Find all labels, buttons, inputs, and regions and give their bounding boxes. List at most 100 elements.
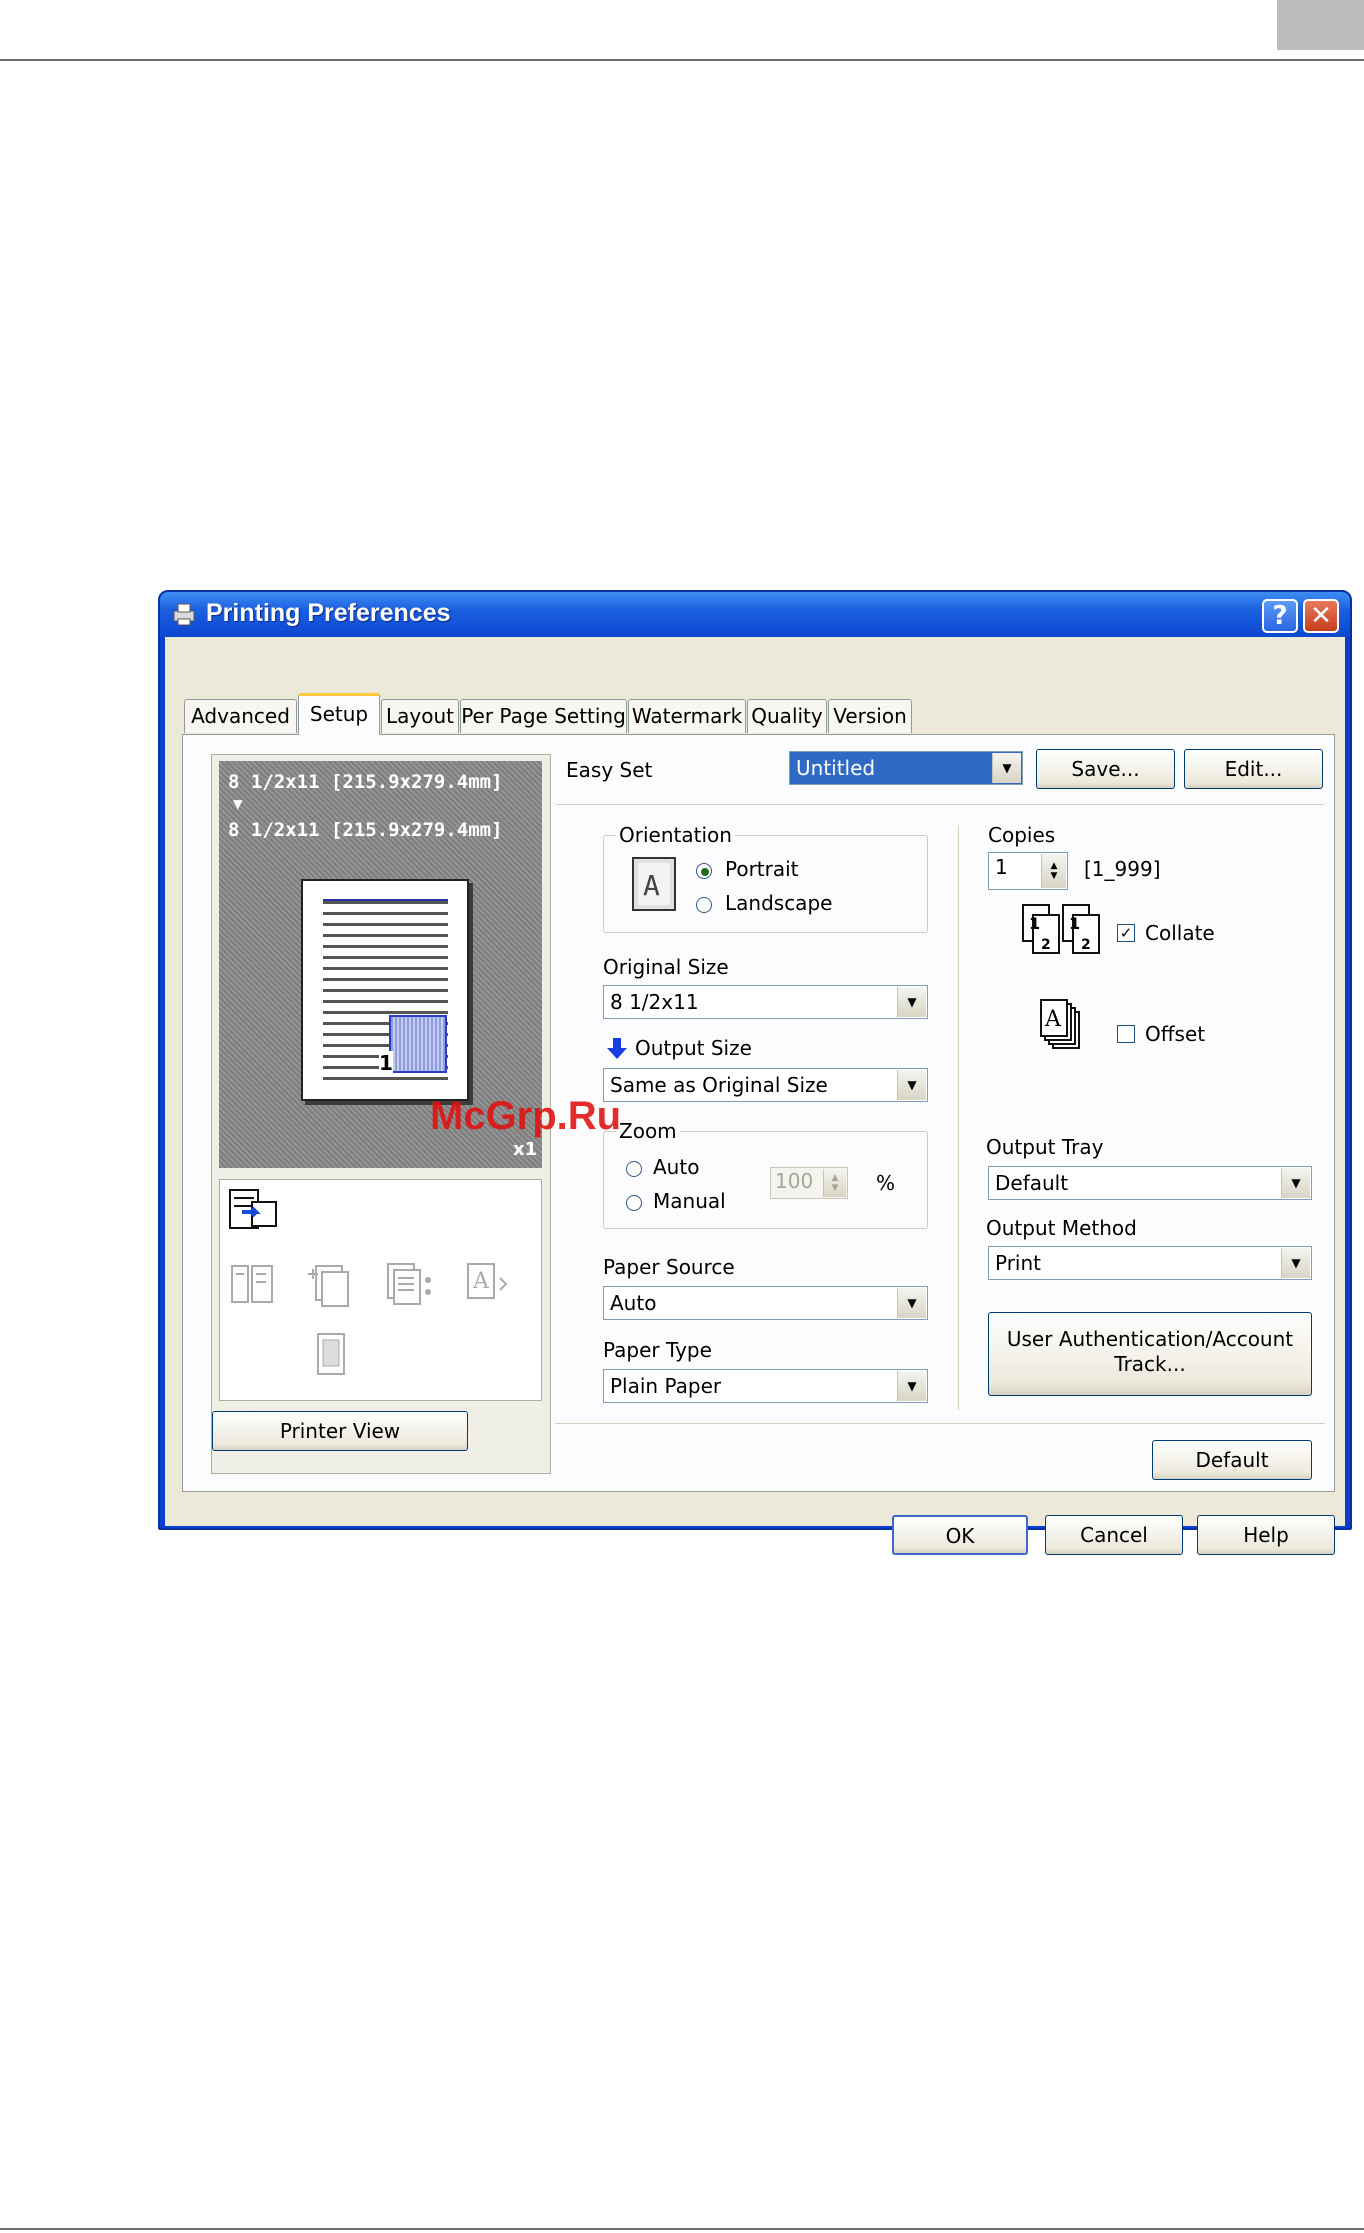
user-authentication-button[interactable]: User Authentication/Account Track... [988,1312,1312,1396]
offset-label: Offset [1145,1022,1206,1046]
copies-field[interactable]: 1 ▲ ▼ [988,852,1068,890]
copies-spinner-icon[interactable]: ▲ ▼ [1041,854,1066,888]
edit-button[interactable]: Edit... [1184,749,1323,789]
original-size-value: 8 1/2x11 [610,990,699,1014]
paper-source-label: Paper Source [603,1255,735,1279]
setup-tab-panel: 8 1/2x11 [215.9x279.4mm] ▼ 8 1/2x11 [215… [182,734,1335,1492]
printer-view-button[interactable]: Printer View [212,1411,468,1451]
paper-source-value: Auto [610,1291,657,1315]
watermark: McGrp.Ru [430,1094,622,1138]
fold-icon: A [467,1263,508,1299]
down-arrow-icon [607,1038,627,1059]
output-size-label: Output Size [635,1036,752,1060]
cover-sheet-icon [317,1333,345,1375]
original-size-label: Original Size [603,955,729,979]
zoom-auto-radio[interactable] [626,1161,642,1177]
easy-set-combo[interactable]: Untitled ▼ [789,751,1023,785]
portrait-radio[interactable] [696,863,712,879]
tab-advanced[interactable]: Advanced [184,699,297,733]
output-method-combo[interactable]: Print ▼ [988,1246,1312,1280]
tab-layout[interactable]: Layout [381,699,459,733]
landscape-label: Landscape [725,891,833,915]
zoom-unit: % [876,1171,896,1195]
offset-checkbox[interactable] [1117,1025,1135,1043]
output-size-value: Same as Original Size [610,1073,828,1097]
tab-setup[interactable]: Setup [298,693,380,735]
svg-text:1: 1 [1029,914,1040,933]
svg-text:A: A [472,1269,490,1294]
zoom-manual-radio[interactable] [626,1195,642,1211]
chevron-down-icon[interactable]: ▼ [897,987,926,1017]
help-title-button[interactable]: ? [1262,599,1298,633]
preview-page: 1 [301,879,469,1101]
column-separator [958,825,960,1410]
printing-preferences-window: Printing Preferences ? ✕ Advanced Setup … [158,590,1352,1555]
staple-icon [308,1265,349,1307]
close-button[interactable]: ✕ [1303,599,1339,633]
output-tray-value: Default [995,1171,1069,1195]
footer-rule [0,2228,1364,2230]
chevron-down-icon[interactable]: ▼ [1281,1168,1310,1198]
window-title: Printing Preferences [206,599,451,627]
collate-checkbox[interactable]: ✓ [1117,924,1135,942]
tab-version[interactable]: Version [828,699,912,733]
tab-per-page-setting[interactable]: Per Page Setting [460,699,627,733]
page-number: 1 [379,1051,393,1075]
printer-output-icon [229,1189,277,1229]
chevron-down-icon[interactable]: ▼ [992,753,1021,783]
bottom-separator [555,1423,1325,1425]
paper-source-combo[interactable]: Auto ▼ [603,1286,928,1320]
chevron-down-icon[interactable]: ▼ [897,1288,926,1318]
check-icon: ✓ [1119,924,1133,942]
help-button[interactable]: Help [1197,1515,1335,1555]
ok-button[interactable]: OK [892,1515,1028,1555]
copies-label: Copies [988,823,1056,847]
orientation-preview: A [632,857,676,911]
orientation-group-label: Orientation [616,823,735,847]
copies-badge: x1 [513,1139,538,1160]
easy-set-value: Untitled [796,756,876,780]
chevron-down-icon[interactable]: ▼ [897,1371,926,1401]
svg-text:1: 1 [1069,914,1080,933]
zoom-spinner-icon[interactable]: ▲ ▼ [823,1169,846,1197]
tab-quality[interactable]: Quality [747,699,827,733]
svg-text:2: 2 [1041,937,1051,953]
copies-range: [1_999] [1084,857,1161,881]
duplex-icon [231,1265,273,1303]
save-button[interactable]: Save... [1036,749,1175,789]
paper-type-label: Paper Type [603,1338,712,1362]
down-arrow-icon: ▼ [233,794,243,813]
zoom-value: 100 [775,1169,814,1193]
output-method-value: Print [995,1251,1042,1275]
original-size-caption: 8 1/2x11 [215.9x279.4mm] [228,771,503,793]
collate-icon: 1 2 1 2 [1022,904,1100,954]
tab-watermark[interactable]: Watermark [628,699,746,733]
svg-text:A: A [1044,1007,1062,1032]
output-tray-label: Output Tray [986,1135,1104,1159]
orientation-letter: A [643,869,660,902]
chevron-down-icon[interactable]: ▼ [897,1070,926,1100]
title-bar[interactable]: Printing Preferences ? ✕ [160,592,1350,637]
collate-label: Collate [1145,921,1215,945]
printer-view-icons: A [219,1179,542,1401]
page-stamp [389,1015,447,1073]
printer-icon [173,603,195,626]
output-size-combo[interactable]: Same as Original Size ▼ [603,1068,928,1102]
paper-type-value: Plain Paper [610,1374,722,1398]
copies-value: 1 [995,855,1008,879]
svg-text:2: 2 [1081,937,1091,953]
header-rule [0,59,1364,61]
zoom-value-field[interactable]: 100 ▲ ▼ [770,1167,848,1199]
zoom-manual-label: Manual [653,1189,726,1213]
output-tray-combo[interactable]: Default ▼ [988,1166,1312,1200]
output-method-label: Output Method [986,1216,1137,1240]
page-corner-block [1277,0,1364,50]
landscape-radio[interactable] [696,897,712,913]
zoom-auto-label: Auto [653,1155,700,1179]
original-size-combo[interactable]: 8 1/2x11 ▼ [603,985,928,1019]
cancel-button[interactable]: Cancel [1045,1515,1183,1555]
default-button[interactable]: Default [1152,1440,1312,1480]
paper-type-combo[interactable]: Plain Paper ▼ [603,1369,928,1403]
chevron-down-icon[interactable]: ▼ [1281,1248,1310,1278]
offset-icon: A [1040,999,1080,1049]
